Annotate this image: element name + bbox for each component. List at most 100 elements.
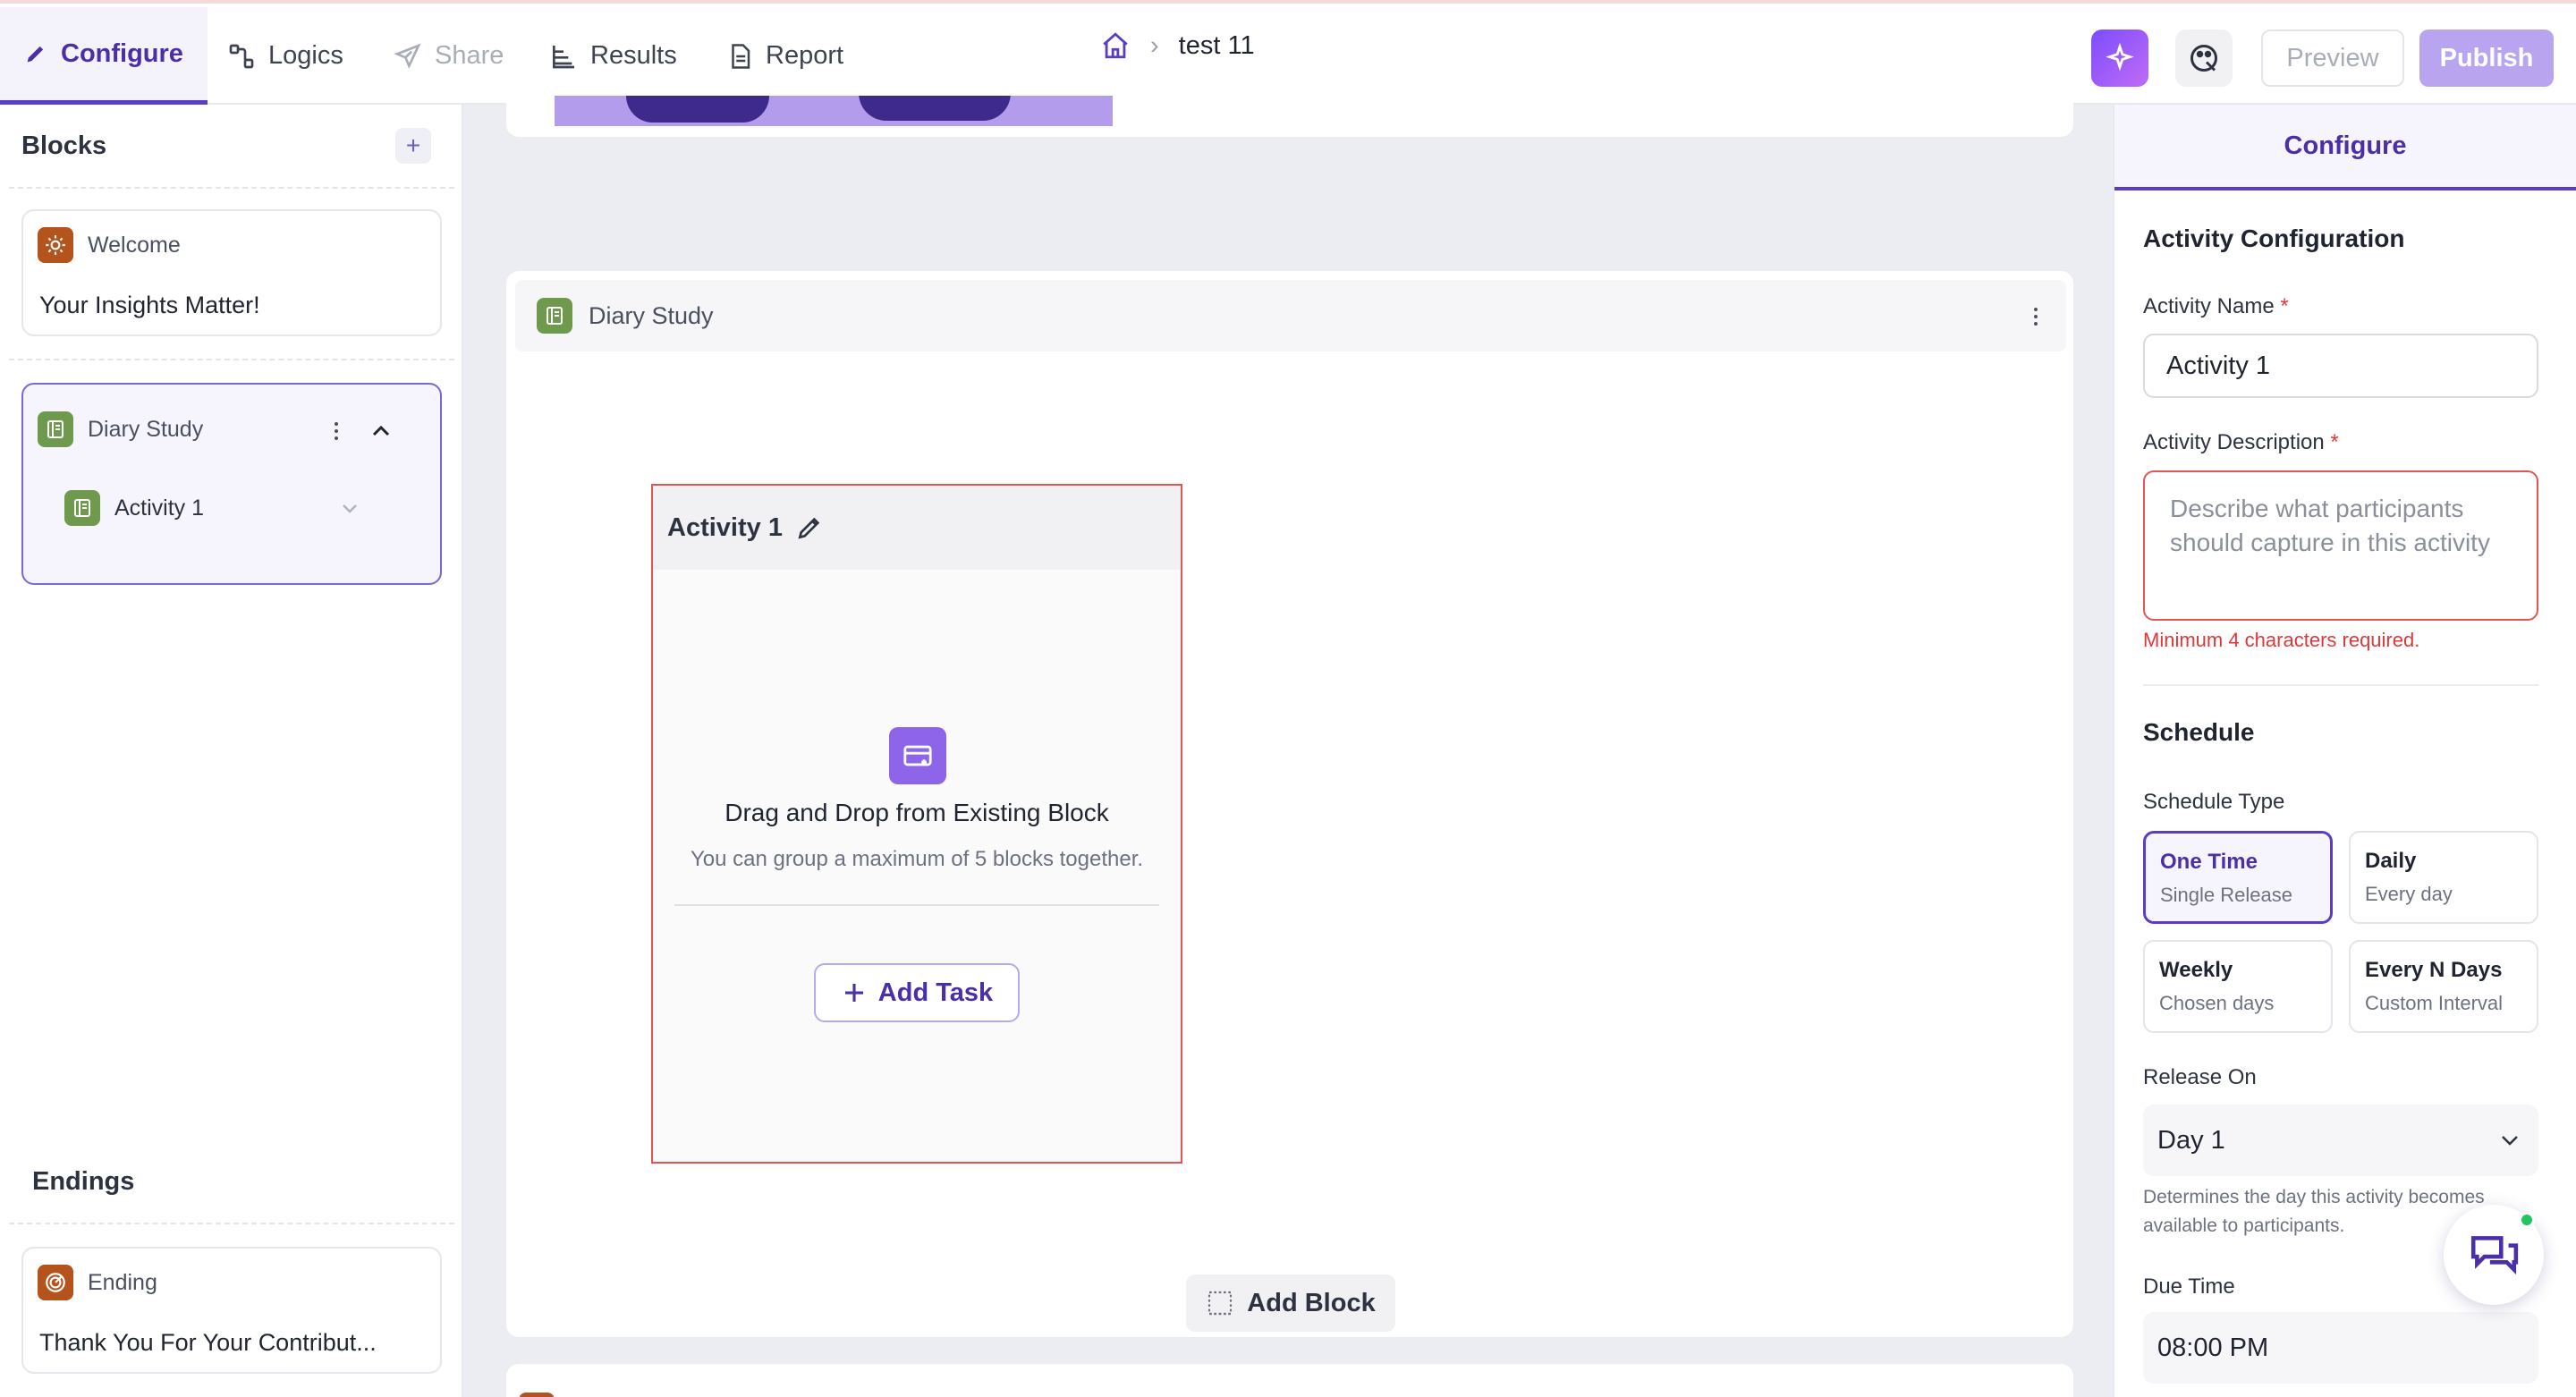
welcome-block-card[interactable]: Welcome Your Insights Matter!	[21, 209, 442, 336]
schedule-type-label: Schedule Type	[2143, 790, 2285, 814]
publish-button[interactable]: Publish	[2419, 30, 2554, 87]
release-on-select[interactable]: Day 1	[2143, 1105, 2538, 1176]
divider	[2143, 684, 2538, 686]
next-block-card[interactable]	[506, 1364, 2073, 1397]
activity-description-label: Activity Description *	[2143, 430, 2339, 454]
pencil-icon	[27, 46, 44, 63]
option-title: Every N Days	[2365, 958, 2503, 982]
ending-icon	[519, 1393, 555, 1397]
drop-zone-hint: You can group a maximum of 5 blocks toge…	[690, 847, 1144, 871]
tab-logics[interactable]: Logics	[227, 7, 343, 105]
block-type-label: Diary Study	[88, 416, 204, 442]
kebab-menu-icon[interactable]	[326, 419, 347, 444]
divider	[9, 359, 454, 360]
chat-support-button[interactable]	[2444, 1205, 2544, 1305]
diary-block-header: Diary Study	[515, 280, 2066, 351]
option-subtitle: Custom Interval	[2365, 992, 2504, 1014]
option-title: Daily	[2365, 849, 2417, 873]
sparkle-icon	[2106, 43, 2134, 72]
add-task-label: Add Task	[877, 978, 994, 1007]
previous-block-card[interactable]	[506, 96, 2073, 137]
add-block-label: Add Block	[1247, 1288, 1376, 1317]
chevron-down-icon[interactable]	[338, 499, 361, 519]
schedule-option-one-time[interactable]: One Time Single Release	[2143, 831, 2333, 924]
drop-block-icon	[889, 727, 946, 784]
breadcrumb: › test 11	[1100, 30, 1255, 61]
dotted-grid-icon	[1208, 1291, 1233, 1316]
activity-config-title: Activity Configuration	[2143, 224, 2405, 252]
target-icon	[38, 1265, 73, 1300]
activity-header: Activity 1	[653, 486, 1181, 570]
add-block-small-button[interactable]: +	[395, 128, 431, 164]
logic-nodes-icon	[229, 44, 254, 68]
activity-card[interactable]: Activity 1 Drag and Drop from Existing B…	[651, 484, 1182, 1164]
release-on-value: Day 1	[2157, 1125, 2225, 1155]
diary-block-title: Diary Study	[589, 301, 714, 329]
send-icon	[394, 43, 421, 69]
panel-tab-configure[interactable]: Configure	[2114, 105, 2576, 190]
journal-icon	[537, 298, 572, 334]
journal-icon	[64, 490, 100, 526]
palette-icon	[2190, 45, 2217, 72]
chevron-down-icon	[2502, 1136, 2518, 1146]
divider	[674, 904, 1159, 906]
breadcrumb-separator: ›	[1150, 30, 1159, 60]
option-title: Weekly	[2159, 958, 2233, 982]
tab-label: Logics	[268, 41, 343, 70]
due-time-label: Due Time	[2143, 1274, 2235, 1299]
release-on-label: Release On	[2143, 1065, 2257, 1089]
sun-icon	[38, 227, 73, 263]
home-icon[interactable]	[1100, 30, 1131, 61]
due-time-input[interactable]: 08:00 PM	[2143, 1312, 2538, 1384]
builder-canvas[interactable]: Diary Study Activity 1 Drag and Drop fro…	[465, 96, 2113, 1397]
add-block-button[interactable]: Add Block	[1186, 1274, 1395, 1332]
activity-description-textarea[interactable]: Describe what participants should captur…	[2143, 470, 2538, 621]
top-bar: Configure Logics Share Results Report › …	[0, 0, 2576, 105]
endings-title: Endings	[32, 1167, 135, 1196]
description-error: Minimum 4 characters required.	[2143, 629, 2420, 651]
preview-button[interactable]: Preview	[2261, 30, 2404, 87]
activity-name-input[interactable]: Activity 1	[2143, 334, 2538, 398]
edit-pencil-icon[interactable]	[795, 513, 824, 542]
ending-block-card[interactable]: Ending Thank You For Your Contribut...	[21, 1247, 442, 1374]
kebab-menu-icon[interactable]	[2027, 305, 2045, 328]
option-subtitle: Chosen days	[2159, 992, 2275, 1014]
sidebar-item-label: Activity 1	[114, 495, 205, 521]
schedule-option-weekly[interactable]: Weekly Chosen days	[2143, 940, 2333, 1033]
add-task-button[interactable]: Add Task	[814, 963, 1020, 1022]
theme-button[interactable]	[2175, 30, 2233, 87]
bar-chart-icon	[553, 45, 574, 68]
diary-study-block[interactable]: Diary Study Activity 1 Drag and Drop fro…	[506, 271, 2073, 1337]
plus-icon	[844, 984, 863, 1002]
tab-results[interactable]: Results	[549, 7, 677, 105]
document-icon	[732, 43, 750, 69]
diary-study-block-card[interactable]: Diary Study Activity 1	[21, 383, 442, 585]
divider	[9, 1223, 454, 1224]
option-subtitle: Every day	[2365, 883, 2453, 905]
schedule-option-every-n-days[interactable]: Every N Days Custom Interval	[2349, 940, 2538, 1033]
schedule-title: Schedule	[2143, 718, 2255, 746]
tab-label: Results	[590, 41, 677, 70]
block-type-label: Ending	[88, 1269, 157, 1295]
blocks-sidebar: Blocks + Welcome Your Insights Matter! D…	[0, 105, 463, 1397]
block-title: Your Insights Matter!	[39, 292, 260, 318]
tab-label: Report	[766, 41, 844, 70]
block-title: Thank You For Your Contribut...	[39, 1329, 377, 1356]
configure-panel: Configure Activity Configuration Activit…	[2113, 105, 2576, 1397]
blocks-title: Blocks	[21, 131, 107, 160]
chat-bubbles-icon	[2470, 1236, 2519, 1275]
drop-zone-title: Drag and Drop from Existing Block	[724, 799, 1109, 826]
tab-configure[interactable]: Configure	[0, 7, 208, 105]
sidebar-item-activity-1[interactable]: Activity 1	[64, 490, 204, 526]
divider	[9, 187, 454, 189]
option-subtitle: Single Release	[2160, 884, 2292, 906]
tab-share[interactable]: Share	[394, 7, 504, 105]
welcome-image	[555, 96, 1113, 126]
tab-report[interactable]: Report	[726, 7, 843, 105]
block-type-label: Welcome	[88, 232, 181, 258]
chevron-up-icon[interactable]	[369, 420, 394, 442]
tab-label: Share	[435, 41, 504, 70]
ai-assistant-button[interactable]	[2091, 30, 2148, 87]
journal-icon	[38, 411, 73, 447]
schedule-option-daily[interactable]: Daily Every day	[2349, 831, 2538, 924]
